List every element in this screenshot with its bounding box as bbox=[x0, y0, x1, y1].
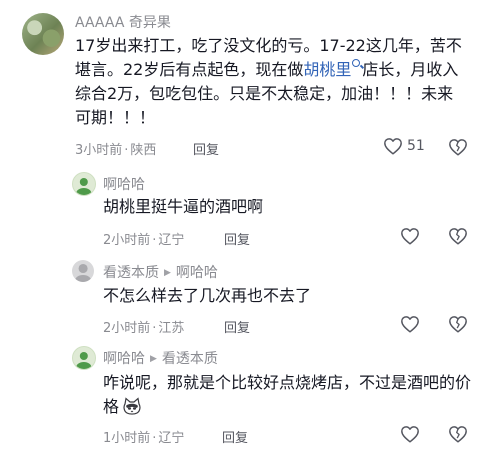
comment-time: 2小时前 bbox=[103, 233, 151, 248]
comment-text: 胡桃里挺牛逼的酒吧啊 bbox=[103, 197, 264, 216]
comment-username[interactable]: 啊哈哈 bbox=[103, 351, 145, 367]
like-count: 51 bbox=[407, 138, 425, 154]
comment-meta: 3小时前 · 陕西 bbox=[75, 139, 156, 158]
comment-location: 辽宁 bbox=[158, 233, 185, 248]
comment-username-row: 看透本质 ▶ 啊哈哈 bbox=[103, 262, 218, 282]
avatar[interactable] bbox=[72, 346, 96, 370]
comment-text: 17岁出来打工，吃了没文化的亏。17-22这几年，苦不堪言。22岁后有点起色，现… bbox=[75, 34, 465, 130]
dislike-button[interactable] bbox=[448, 138, 468, 156]
reply-button[interactable]: 回复 bbox=[224, 317, 250, 336]
comment-meta: 2小时前 · 辽宁 bbox=[103, 229, 184, 248]
broken-heart-outline-icon bbox=[449, 139, 467, 156]
reply-button[interactable]: 回复 bbox=[224, 229, 250, 248]
like-button[interactable] bbox=[400, 227, 420, 245]
comment-meta: 1小时前 · 辽宁 bbox=[103, 427, 184, 446]
like-button[interactable]: 51 bbox=[383, 137, 425, 155]
avatar[interactable] bbox=[72, 260, 94, 282]
comment-time: 1小时前 bbox=[103, 431, 151, 446]
comment-username[interactable]: AAAAA 奇异果 bbox=[75, 12, 171, 32]
avatar[interactable] bbox=[72, 172, 96, 196]
comment-location: 辽宁 bbox=[158, 431, 185, 446]
broken-heart-outline-icon bbox=[449, 228, 467, 245]
broken-heart-outline-icon bbox=[449, 316, 467, 333]
heart-outline-icon bbox=[401, 426, 419, 443]
meta-separator: · bbox=[124, 143, 129, 158]
avatar[interactable] bbox=[22, 13, 64, 55]
reply-to-username[interactable]: 看透本质 bbox=[162, 351, 218, 367]
heart-outline-icon bbox=[384, 138, 402, 155]
comment-location: 陕西 bbox=[130, 143, 157, 158]
comment-time: 2小时前 bbox=[103, 321, 151, 336]
meta-separator: · bbox=[152, 233, 157, 248]
reply-to-username[interactable]: 啊哈哈 bbox=[176, 265, 218, 281]
comment-location: 江苏 bbox=[158, 321, 185, 336]
comment-meta: 2小时前 · 江苏 bbox=[103, 317, 184, 336]
dislike-button[interactable] bbox=[448, 227, 468, 245]
comment-username[interactable]: 看透本质 bbox=[103, 265, 159, 281]
triangle-right-icon: ▶ bbox=[164, 268, 171, 278]
comment-username-row: 啊哈哈 ▶ 看透本质 bbox=[103, 348, 218, 368]
meta-separator: · bbox=[152, 321, 157, 336]
broken-heart-outline-icon bbox=[449, 426, 467, 443]
reply-button[interactable]: 回复 bbox=[193, 139, 219, 158]
like-button[interactable] bbox=[400, 425, 420, 443]
comment-text: 咋说呢，那就是个比较好点烧烤店，不过是酒吧的价格 bbox=[103, 371, 471, 419]
reply-button[interactable]: 回复 bbox=[222, 427, 248, 446]
comment-text-part: 咋说呢，那就是个比较好点烧烤店，不过是酒吧的价格 bbox=[103, 373, 472, 416]
heart-outline-icon bbox=[401, 316, 419, 333]
cat-emoji-icon bbox=[123, 397, 141, 415]
meta-separator: · bbox=[152, 431, 157, 446]
triangle-right-icon: ▶ bbox=[150, 354, 157, 364]
search-icon[interactable] bbox=[352, 59, 361, 67]
like-button[interactable] bbox=[400, 315, 420, 333]
comment-text: 不怎么样去了几次再也不去了 bbox=[103, 286, 312, 305]
heart-outline-icon bbox=[401, 228, 419, 245]
comment-time: 3小时前 bbox=[75, 143, 123, 158]
search-link[interactable]: 胡桃里 bbox=[303, 60, 351, 79]
dislike-button[interactable] bbox=[448, 425, 468, 443]
dislike-button[interactable] bbox=[448, 315, 468, 333]
comment-username[interactable]: 啊哈哈 bbox=[103, 174, 145, 194]
